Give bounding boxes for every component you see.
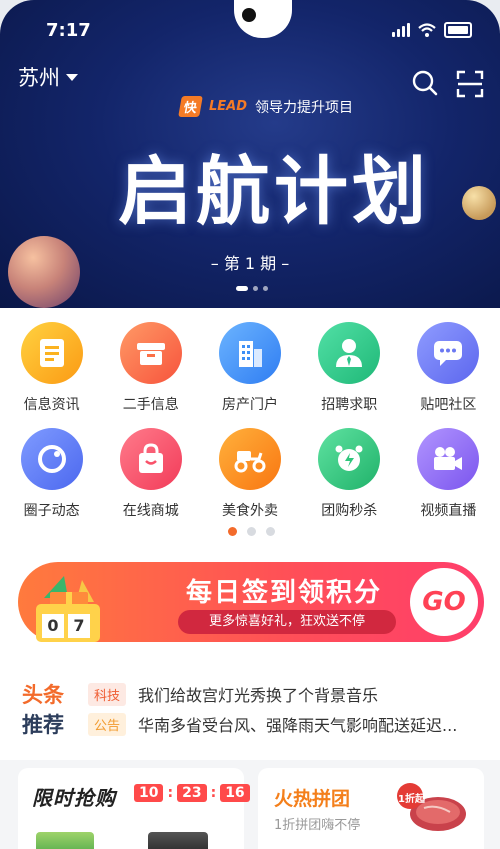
pager-dot[interactable] [228, 527, 237, 536]
product-image[interactable] [148, 832, 208, 849]
news-icon [20, 322, 83, 384]
category-live[interactable]: 视频直播 [399, 428, 498, 520]
camera-icon [242, 8, 256, 22]
category-label: 贴吧社区 [420, 397, 477, 413]
category-label: 美食外卖 [222, 503, 278, 519]
category-secondhand[interactable]: 二手信息 [101, 322, 200, 414]
battery-icon [444, 22, 472, 38]
status-icons [392, 22, 472, 38]
group-buy-subtitle: 1折拼团嗨不停 [274, 818, 361, 833]
discount-badge: 1折起 [398, 794, 425, 805]
signal-icon [392, 23, 410, 37]
search-icon[interactable] [412, 70, 438, 96]
circle-chat-icon [20, 428, 83, 490]
banner-issue: – 第 1 期 – [210, 254, 290, 273]
headline-logo-line1: 头条 [22, 683, 64, 707]
headline-text: 华南多省受台风、强降雨天气影响配送延迟... [138, 716, 458, 735]
category-label: 二手信息 [122, 397, 179, 413]
hero-banner[interactable]: 7:17 苏州 快 LEAD 领导力提升项目 启航计划 – 第 1 期 – [0, 0, 500, 308]
city-label: 苏州 [18, 66, 60, 90]
video-camera-icon [417, 428, 480, 490]
category-label: 圈子动态 [23, 503, 80, 519]
planet-decoration [462, 186, 496, 220]
headline-tag: 科技 [88, 682, 127, 706]
category-label: 信息资讯 [23, 397, 80, 413]
brand-word: LEAD [209, 99, 248, 114]
signin-title: 每日签到领积分 [186, 578, 383, 608]
shopping-bag-icon [119, 428, 182, 490]
timer-minutes: 23 [177, 784, 207, 802]
category-forum[interactable]: 贴吧社区 [399, 322, 498, 414]
caret-down-icon [66, 73, 78, 81]
headline-section: 头条 推荐 科技 我们给故宫灯光秀换了个背景音乐 公告 华南多省受台风、强降雨天… [0, 672, 500, 760]
category-food[interactable]: 美食外卖 [200, 428, 299, 520]
headline-logo: 头条 推荐 [22, 680, 64, 740]
flash-sale-title: 限时抢购 [32, 786, 116, 810]
product-image[interactable] [36, 832, 94, 849]
group-buy-title: 火热拼团 [274, 788, 351, 810]
category-jobs[interactable]: 招聘求职 [300, 322, 399, 414]
category-label: 房产门户 [222, 397, 278, 413]
scooter-icon [219, 428, 281, 490]
brand-line: 快 LEAD 领导力提升项目 [178, 96, 354, 117]
category-realestate[interactable]: 房产门户 [200, 322, 299, 414]
pager-dot[interactable] [247, 527, 256, 536]
category-label: 在线商城 [122, 503, 179, 519]
category-row: 信息资讯 二手信息 房产门户 招聘求职 贴吧社区 [0, 322, 500, 414]
category-circle[interactable]: 圈子动态 [2, 428, 101, 520]
category-news[interactable]: 信息资讯 [2, 322, 101, 414]
signin-subtitle: 更多惊喜好礼，狂欢送不停 [178, 610, 396, 634]
brand-tagline: 领导力提升项目 [255, 99, 354, 116]
calendar-digit: 7 [68, 614, 90, 638]
banner-pagination [236, 286, 268, 291]
go-button[interactable]: GO [410, 568, 478, 636]
grid-pagination [228, 527, 275, 536]
category-label: 招聘求职 [321, 397, 378, 413]
category-mall[interactable]: 在线商城 [101, 428, 200, 520]
timer-hours: 10 [134, 784, 164, 802]
box-icon [119, 322, 182, 384]
wifi-icon [418, 23, 436, 37]
calendar-digit: 0 [42, 614, 64, 638]
calendar-icon: 0 7 [36, 604, 100, 642]
category-groupbuy[interactable]: 团购秒杀 [300, 428, 399, 520]
category-grid: 信息资讯 二手信息 房产门户 招聘求职 贴吧社区 圈子动态 在线商城 美食外卖 … [0, 322, 500, 534]
category-row: 圈子动态 在线商城 美食外卖 团购秒杀 视频直播 [0, 428, 500, 520]
status-time: 7:17 [46, 20, 91, 41]
headline-item[interactable]: 科技 我们给故宫灯光秀换了个背景音乐 [88, 682, 378, 706]
countdown-timer: 10 : 23 : 16 [134, 784, 250, 802]
headline-tag: 公告 [88, 712, 127, 736]
chat-icon [417, 322, 480, 384]
category-label: 团购秒杀 [321, 503, 378, 519]
scan-icon[interactable] [456, 70, 484, 98]
pager-dot[interactable] [266, 527, 275, 536]
city-selector[interactable]: 苏州 [18, 62, 78, 92]
group-buy-card[interactable]: 火热拼团 1折拼团嗨不停 1折起 [258, 768, 484, 849]
alarm-clock-icon [318, 428, 381, 490]
person-icon [318, 322, 381, 384]
brand-badge: 快 [178, 96, 203, 117]
headline-item[interactable]: 公告 华南多省受台风、强降雨天气影响配送延迟... [88, 712, 457, 736]
flash-sale-card[interactable]: 限时抢购 10 : 23 : 16 [18, 768, 250, 849]
headline-text: 我们给故宫灯光秀换了个背景音乐 [138, 686, 379, 705]
headline-logo-line2: 推荐 [22, 713, 64, 737]
banner-title: 启航计划 [118, 149, 430, 235]
timer-seconds: 16 [220, 784, 250, 802]
phone-screen: 7:17 苏州 快 LEAD 领导力提升项目 启航计划 – 第 1 期 – 信息… [0, 0, 500, 849]
promo-cards: 限时抢购 10 : 23 : 16 火热拼团 1折拼团嗨不停 1折起 [0, 760, 500, 849]
building-icon [219, 322, 281, 384]
category-label: 视频直播 [420, 503, 477, 519]
